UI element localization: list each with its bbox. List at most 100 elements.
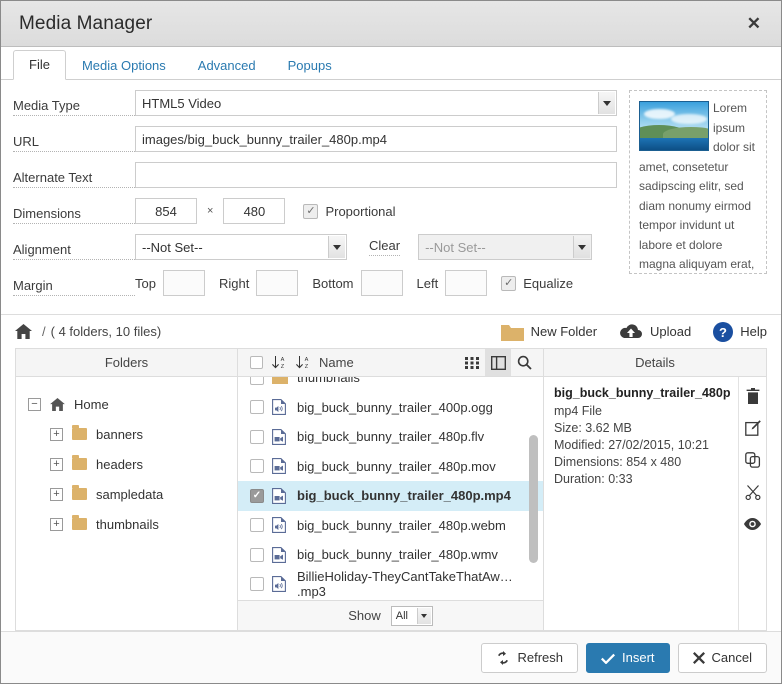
delete-icon[interactable] (746, 387, 760, 405)
url-input[interactable] (135, 126, 617, 152)
chevron-down-icon (328, 236, 345, 258)
close-icon[interactable]: ✕ (743, 13, 765, 34)
preview-eye-icon[interactable] (744, 515, 761, 533)
row-checkbox[interactable] (250, 400, 264, 414)
list-item-label: big_buck_bunny_trailer_480p.webm (297, 518, 506, 533)
row-alignment: Alignment --Not Set-- Clear --Not Set-- (13, 234, 617, 260)
proportional-label: Proportional (325, 204, 395, 219)
tree-node-home[interactable]: − Home (28, 389, 237, 419)
folders-pane: Folders − Home + banners + head (16, 349, 238, 630)
tree-node-label: banners (96, 427, 143, 442)
cut-icon[interactable] (745, 483, 761, 501)
expand-icon[interactable]: + (50, 518, 63, 531)
tree-node-sampledata[interactable]: + sampledata (28, 479, 237, 509)
row-checkbox[interactable] (250, 577, 264, 591)
folder-tree: − Home + banners + headers + (16, 377, 237, 630)
home-icon[interactable] (15, 324, 32, 339)
tree-node-thumbnails[interactable]: + thumbnails (28, 509, 237, 539)
chevron-down-icon (598, 92, 615, 114)
alignment-select[interactable]: --Not Set-- (135, 234, 347, 260)
new-folder-button[interactable]: New Folder (501, 323, 597, 341)
clear-label: Clear (369, 239, 400, 256)
preview-panel: Lorem ipsum dolor sit amet, consetetur s… (629, 90, 767, 274)
list-item[interactable]: big_buck_bunny_trailer_480p.wmv (238, 540, 543, 570)
refresh-icon (496, 651, 510, 665)
list-item-selected[interactable]: big_buck_bunny_trailer_480p.mp4 (238, 481, 543, 511)
clear-select[interactable]: --Not Set-- (418, 234, 592, 260)
video-file-icon (272, 547, 288, 563)
sort-name-az-icon[interactable]: AZ (295, 355, 310, 370)
tree-node-banners[interactable]: + banners (28, 419, 237, 449)
list-item[interactable]: big_buck_bunny_trailer_480p.flv (238, 422, 543, 452)
search-icon[interactable] (511, 349, 537, 376)
video-file-icon (272, 429, 288, 445)
row-checkbox[interactable] (250, 489, 264, 503)
tab-bar: File Media Options Advanced Popups (1, 47, 781, 80)
list-item[interactable]: big_buck_bunny_trailer_480p.mov (238, 452, 543, 482)
tree-node-headers[interactable]: + headers (28, 449, 237, 479)
edit-icon[interactable] (745, 419, 761, 437)
folders-pane-header: Folders (16, 349, 237, 377)
sort-az-icon[interactable]: AZ (271, 355, 286, 370)
alternate-text-input[interactable] (135, 162, 617, 188)
breadcrumb-bar: / ( 4 folders, 10 files) New Folder Uplo… (1, 314, 781, 348)
list-item[interactable]: big_buck_bunny_trailer_480p.webm (238, 511, 543, 541)
tree-node-label: headers (96, 457, 143, 472)
list-item[interactable]: big_buck_bunny_trailer_400p.ogg (238, 393, 543, 423)
collapse-icon[interactable]: − (28, 398, 41, 411)
insert-button[interactable]: Insert (586, 643, 670, 673)
media-type-select[interactable]: HTML5 Video (135, 90, 617, 116)
row-url: URL (13, 126, 617, 152)
expand-icon[interactable]: + (50, 428, 63, 441)
cancel-button[interactable]: Cancel (678, 643, 767, 673)
breadcrumb: / ( 4 folders, 10 files) (15, 324, 479, 339)
details-size: Size: 3.62 MB (554, 420, 730, 437)
tab-popups[interactable]: Popups (272, 51, 348, 80)
file-list-scrollbar[interactable] (529, 377, 538, 600)
folder-icon (272, 377, 288, 384)
grid-view-icon[interactable] (459, 349, 485, 376)
tab-advanced[interactable]: Advanced (182, 51, 272, 80)
margin-top-input[interactable] (163, 270, 205, 296)
svg-text:?: ? (719, 325, 727, 340)
upload-button[interactable]: Upload (619, 323, 691, 341)
list-item[interactable]: BillieHoliday-TheyCantTakeThatAw… .webm (238, 599, 543, 600)
dimensions-height-input[interactable] (223, 198, 285, 224)
select-all-checkbox[interactable] (250, 356, 263, 369)
media-type-label: Media Type (13, 99, 135, 116)
audio-file-icon (272, 517, 288, 533)
list-item[interactable]: BillieHoliday-TheyCantTakeThatAw… .mp3 (238, 570, 543, 600)
folder-icon (72, 428, 87, 440)
row-checkbox[interactable] (250, 518, 264, 532)
audio-file-icon (272, 399, 288, 415)
margin-right-input[interactable] (256, 270, 298, 296)
split-view-icon[interactable] (485, 349, 511, 376)
margin-left-input[interactable] (445, 270, 487, 296)
tab-file[interactable]: File (13, 50, 66, 80)
row-margin: Margin Top Right Bottom Left Equalize (13, 270, 617, 296)
expand-icon[interactable]: + (50, 458, 63, 471)
list-item[interactable]: thumbnails (238, 377, 543, 393)
show-select[interactable]: All (391, 606, 433, 626)
help-button[interactable]: ? Help (713, 322, 767, 342)
expand-icon[interactable]: + (50, 488, 63, 501)
view-toolbar (459, 349, 537, 376)
scrollbar-thumb[interactable] (529, 435, 538, 563)
alignment-value: --Not Set-- (142, 240, 203, 255)
name-column-header[interactable]: Name (319, 355, 354, 370)
margin-bottom-input[interactable] (361, 270, 403, 296)
dimensions-width-input[interactable] (135, 198, 197, 224)
margin-left-label: Left (417, 276, 439, 291)
file-list[interactable]: thumbnails big_buck_bunny_trailer_400p.o… (238, 377, 543, 600)
tab-media-options[interactable]: Media Options (66, 51, 182, 80)
row-checkbox[interactable] (250, 430, 264, 444)
row-checkbox[interactable] (250, 548, 264, 562)
row-checkbox[interactable] (250, 377, 264, 385)
equalize-checkbox[interactable] (501, 276, 516, 291)
refresh-button[interactable]: Refresh (481, 643, 578, 673)
proportional-checkbox[interactable] (303, 204, 318, 219)
row-checkbox[interactable] (250, 459, 264, 473)
media-type-value: HTML5 Video (142, 96, 221, 111)
copy-icon[interactable] (745, 451, 761, 469)
footer-bar: Refresh Insert Cancel (1, 631, 781, 683)
